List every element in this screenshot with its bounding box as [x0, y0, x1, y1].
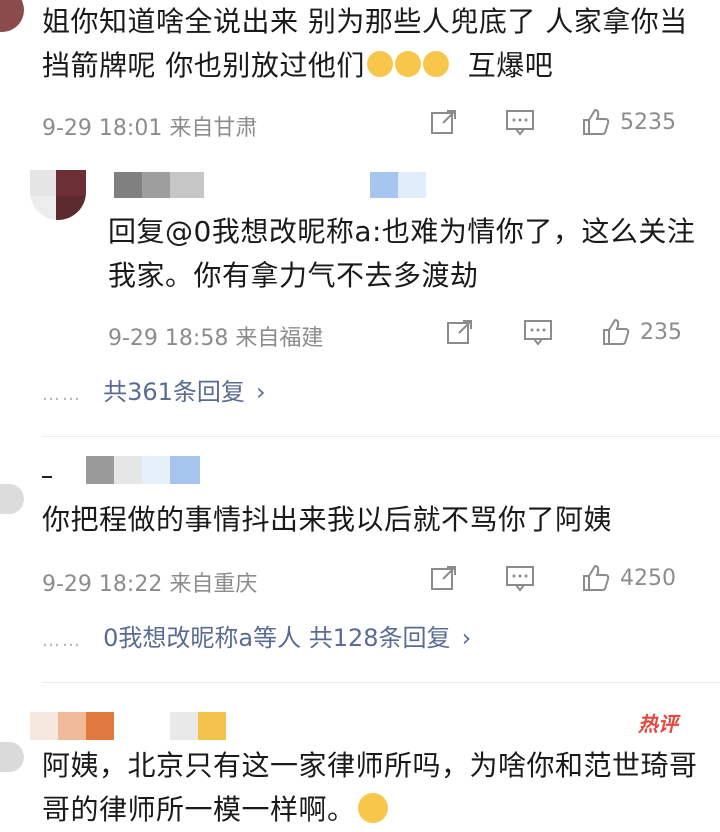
replies-link[interactable]: …… 共361条回复 › — [42, 372, 266, 407]
divider — [42, 682, 720, 683]
avatar[interactable] — [0, 484, 24, 514]
avatar[interactable] — [0, 742, 24, 772]
divider — [42, 436, 720, 437]
hot-comment-badge: 热评 — [638, 712, 678, 736]
comment-meta: 9-29 18:58 来自福建 — [108, 326, 324, 351]
share-icon[interactable] — [444, 316, 476, 348]
user-badge — [370, 172, 426, 198]
like-icon[interactable] — [580, 106, 612, 138]
share-icon[interactable] — [428, 562, 460, 594]
avatar[interactable] — [30, 170, 86, 220]
comment-text: 你把程做的事情抖出来我以后就不骂你了阿姨 — [42, 503, 613, 536]
chevron-right-icon: › — [461, 624, 472, 652]
chevron-right-icon: › — [256, 378, 266, 406]
like-count: 5235 — [620, 109, 676, 135]
username-censored[interactable] — [114, 172, 204, 198]
username-censored[interactable] — [42, 456, 202, 486]
like-icon[interactable] — [600, 316, 632, 348]
grin-emoji-icon — [422, 51, 449, 77]
grin-emoji-icon — [394, 51, 421, 77]
comment-text: 回复@0我想改昵称a:也难为情你了，这么关注我家。你有拿力气不去多渡劫 — [108, 215, 696, 292]
comment-icon[interactable] — [522, 316, 554, 348]
comment-icon[interactable] — [504, 106, 536, 138]
username-censored[interactable] — [30, 712, 226, 742]
surprised-emoji-icon — [357, 793, 388, 823]
action-bar: 235 — [444, 316, 682, 348]
share-icon[interactable] — [428, 106, 460, 138]
comment-text: 姐你知道啥全说出来 别为那些人兜底了 人家拿你当挡箭牌呢 你也别放过他们 互爆吧 — [42, 5, 688, 82]
like-icon[interactable] — [580, 562, 612, 594]
replies-link[interactable]: …… 0我想改昵称a等人 共128条回复 › — [42, 618, 471, 653]
comment-icon[interactable] — [504, 562, 536, 594]
action-bar: 4250 — [428, 562, 676, 594]
comment-meta: 9-29 18:01 来自甘肃 — [42, 116, 258, 141]
comment-text: 阿姨，北京只有这一家律师所吗，为啥你和范世琦哥哥的律师所一模一样啊。 — [42, 749, 698, 826]
like-count: 235 — [640, 319, 682, 345]
like-count: 4250 — [620, 565, 676, 591]
action-bar: 5235 — [428, 106, 676, 138]
avatar[interactable] — [0, 0, 24, 32]
grin-emoji-icon — [366, 51, 393, 77]
comment-meta: 9-29 18:22 来自重庆 — [42, 572, 258, 597]
